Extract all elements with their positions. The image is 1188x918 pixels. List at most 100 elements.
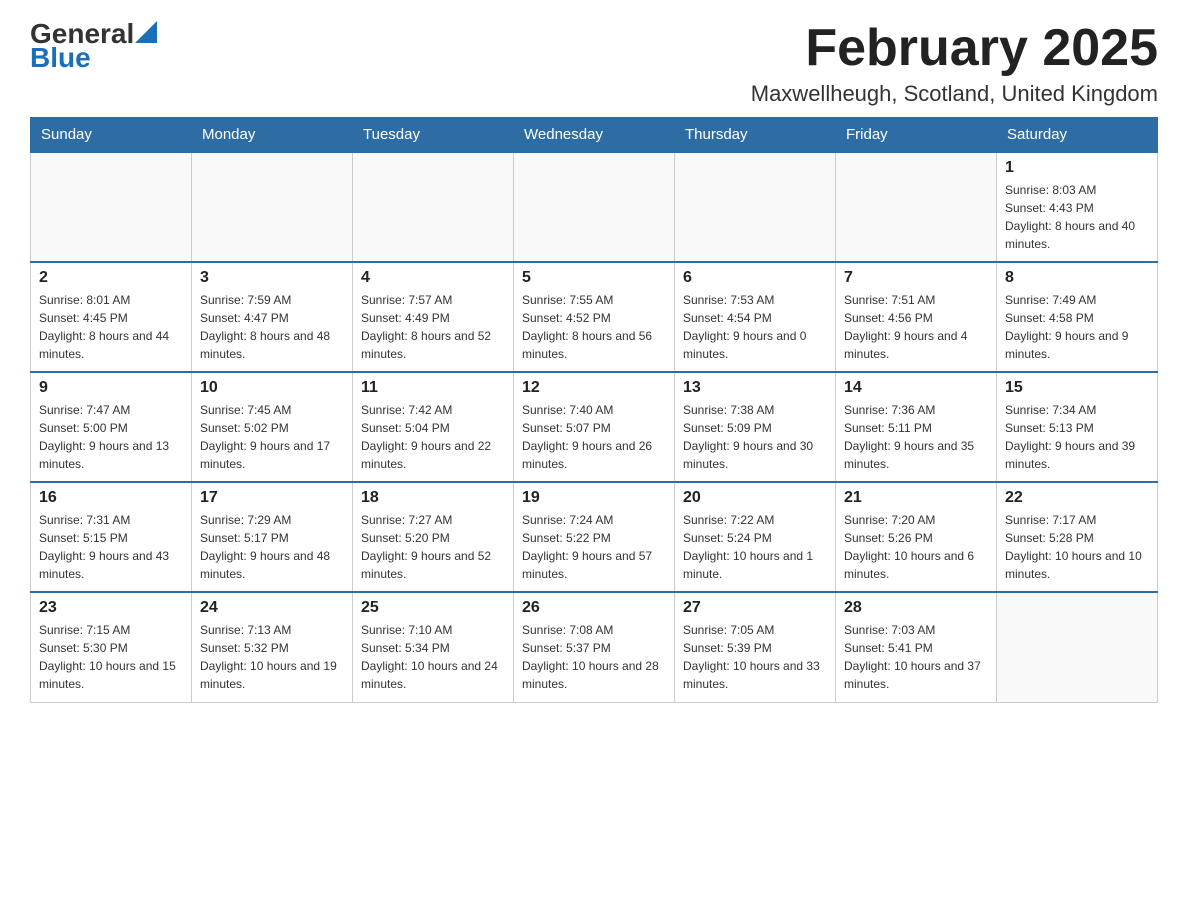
calendar-week-row: 23 Sunrise: 7:15 AMSunset: 5:30 PMDayligh… <box>31 592 1158 702</box>
day-number: 7 <box>844 269 988 287</box>
day-number: 23 <box>39 599 183 617</box>
calendar-cell <box>514 152 675 262</box>
day-info: Sunrise: 7:31 AMSunset: 5:15 PMDaylight:… <box>39 511 183 583</box>
day-number: 1 <box>1005 159 1149 177</box>
calendar-cell: 7 Sunrise: 7:51 AMSunset: 4:56 PMDaylight… <box>836 262 997 372</box>
day-header-wednesday: Wednesday <box>514 118 675 153</box>
calendar-cell: 19 Sunrise: 7:24 AMSunset: 5:22 PMDayligh… <box>514 482 675 592</box>
calendar-cell: 6 Sunrise: 7:53 AMSunset: 4:54 PMDaylight… <box>675 262 836 372</box>
calendar-cell <box>997 592 1158 702</box>
calendar-cell: 21 Sunrise: 7:20 AMSunset: 5:26 PMDayligh… <box>836 482 997 592</box>
calendar-cell: 24 Sunrise: 7:13 AMSunset: 5:32 PMDayligh… <box>192 592 353 702</box>
calendar-cell: 11Sunrise: 7:42 AMSunset: 5:04 PMDayligh… <box>353 372 514 482</box>
calendar-week-row: 1Sunrise: 8:03 AMSunset: 4:43 PMDaylight… <box>31 152 1158 262</box>
day-number: 12 <box>522 379 666 397</box>
calendar-cell: 14 Sunrise: 7:36 AMSunset: 5:11 PMDayligh… <box>836 372 997 482</box>
day-number: 24 <box>200 599 344 617</box>
calendar-week-row: 9 Sunrise: 7:47 AMSunset: 5:00 PMDaylight… <box>31 372 1158 482</box>
calendar-cell: 20 Sunrise: 7:22 AMSunset: 5:24 PMDayligh… <box>675 482 836 592</box>
day-info: Sunrise: 7:08 AMSunset: 5:37 PMDaylight:… <box>522 621 666 693</box>
day-number: 2 <box>39 269 183 287</box>
day-number: 13 <box>683 379 827 397</box>
logo-triangle-icon <box>135 21 157 43</box>
month-title: February 2025 <box>751 20 1158 77</box>
calendar-cell: 25 Sunrise: 7:10 AMSunset: 5:34 PMDayligh… <box>353 592 514 702</box>
page-header: General Blue February 2025 Maxwellheugh,… <box>30 20 1158 107</box>
day-number: 9 <box>39 379 183 397</box>
calendar-cell: 5Sunrise: 7:55 AMSunset: 4:52 PMDaylight… <box>514 262 675 372</box>
calendar-header-row: SundayMondayTuesdayWednesdayThursdayFrid… <box>31 118 1158 153</box>
day-info: Sunrise: 7:51 AMSunset: 4:56 PMDaylight:… <box>844 291 988 363</box>
calendar-cell <box>31 152 192 262</box>
day-number: 18 <box>361 489 505 507</box>
day-info: Sunrise: 7:40 AMSunset: 5:07 PMDaylight:… <box>522 401 666 473</box>
day-number: 17 <box>200 489 344 507</box>
calendar-cell: 15 Sunrise: 7:34 AMSunset: 5:13 PMDayligh… <box>997 372 1158 482</box>
calendar-cell: 8 Sunrise: 7:49 AMSunset: 4:58 PMDaylight… <box>997 262 1158 372</box>
calendar-cell: 18 Sunrise: 7:27 AMSunset: 5:20 PMDayligh… <box>353 482 514 592</box>
day-info: Sunrise: 7:17 AMSunset: 5:28 PMDaylight:… <box>1005 511 1149 583</box>
day-number: 3 <box>200 269 344 287</box>
day-info: Sunrise: 7:20 AMSunset: 5:26 PMDaylight:… <box>844 511 988 583</box>
day-number: 14 <box>844 379 988 397</box>
calendar-cell: 10 Sunrise: 7:45 AMSunset: 5:02 PMDayligh… <box>192 372 353 482</box>
calendar-cell <box>836 152 997 262</box>
day-info: Sunrise: 8:01 AMSunset: 4:45 PMDaylight:… <box>39 291 183 363</box>
day-info: Sunrise: 7:47 AMSunset: 5:00 PMDaylight:… <box>39 401 183 473</box>
day-info: Sunrise: 7:55 AMSunset: 4:52 PMDaylight:… <box>522 291 666 363</box>
day-number: 28 <box>844 599 988 617</box>
day-number: 21 <box>844 489 988 507</box>
day-header-friday: Friday <box>836 118 997 153</box>
day-info: Sunrise: 7:27 AMSunset: 5:20 PMDaylight:… <box>361 511 505 583</box>
day-info: Sunrise: 7:03 AMSunset: 5:41 PMDaylight:… <box>844 621 988 693</box>
calendar-cell: 2 Sunrise: 8:01 AMSunset: 4:45 PMDaylight… <box>31 262 192 372</box>
day-number: 6 <box>683 269 827 287</box>
day-info: Sunrise: 7:59 AMSunset: 4:47 PMDaylight:… <box>200 291 344 363</box>
day-header-tuesday: Tuesday <box>353 118 514 153</box>
day-info: Sunrise: 7:22 AMSunset: 5:24 PMDaylight:… <box>683 511 827 583</box>
day-info: Sunrise: 7:24 AMSunset: 5:22 PMDaylight:… <box>522 511 666 583</box>
calendar-cell: 26 Sunrise: 7:08 AMSunset: 5:37 PMDayligh… <box>514 592 675 702</box>
day-header-thursday: Thursday <box>675 118 836 153</box>
calendar-week-row: 16 Sunrise: 7:31 AMSunset: 5:15 PMDayligh… <box>31 482 1158 592</box>
calendar-cell: 23 Sunrise: 7:15 AMSunset: 5:30 PMDayligh… <box>31 592 192 702</box>
day-number: 22 <box>1005 489 1149 507</box>
day-info: Sunrise: 7:49 AMSunset: 4:58 PMDaylight:… <box>1005 291 1149 363</box>
logo-blue: Blue <box>30 44 157 72</box>
day-info: Sunrise: 7:10 AMSunset: 5:34 PMDaylight:… <box>361 621 505 693</box>
calendar-cell <box>353 152 514 262</box>
day-info: Sunrise: 7:45 AMSunset: 5:02 PMDaylight:… <box>200 401 344 473</box>
calendar-cell: 1Sunrise: 8:03 AMSunset: 4:43 PMDaylight… <box>997 152 1158 262</box>
logo: General Blue <box>30 20 157 72</box>
calendar-cell: 3 Sunrise: 7:59 AMSunset: 4:47 PMDaylight… <box>192 262 353 372</box>
location-title: Maxwellheugh, Scotland, United Kingdom <box>751 81 1158 107</box>
calendar-cell: 4Sunrise: 7:57 AMSunset: 4:49 PMDaylight… <box>353 262 514 372</box>
day-number: 27 <box>683 599 827 617</box>
calendar-table: SundayMondayTuesdayWednesdayThursdayFrid… <box>30 117 1158 703</box>
title-section: February 2025 Maxwellheugh, Scotland, Un… <box>751 20 1158 107</box>
day-info: Sunrise: 7:53 AMSunset: 4:54 PMDaylight:… <box>683 291 827 363</box>
day-number: 8 <box>1005 269 1149 287</box>
day-info: Sunrise: 7:36 AMSunset: 5:11 PMDaylight:… <box>844 401 988 473</box>
calendar-cell: 9 Sunrise: 7:47 AMSunset: 5:00 PMDaylight… <box>31 372 192 482</box>
day-number: 16 <box>39 489 183 507</box>
day-info: Sunrise: 7:29 AMSunset: 5:17 PMDaylight:… <box>200 511 344 583</box>
day-number: 26 <box>522 599 666 617</box>
day-number: 25 <box>361 599 505 617</box>
day-info: Sunrise: 7:57 AMSunset: 4:49 PMDaylight:… <box>361 291 505 363</box>
day-number: 20 <box>683 489 827 507</box>
calendar-cell: 13Sunrise: 7:38 AMSunset: 5:09 PMDayligh… <box>675 372 836 482</box>
calendar-cell: 22 Sunrise: 7:17 AMSunset: 5:28 PMDayligh… <box>997 482 1158 592</box>
calendar-cell: 17 Sunrise: 7:29 AMSunset: 5:17 PMDayligh… <box>192 482 353 592</box>
day-number: 10 <box>200 379 344 397</box>
day-info: Sunrise: 7:34 AMSunset: 5:13 PMDaylight:… <box>1005 401 1149 473</box>
calendar-cell: 27Sunrise: 7:05 AMSunset: 5:39 PMDayligh… <box>675 592 836 702</box>
day-info: Sunrise: 7:13 AMSunset: 5:32 PMDaylight:… <box>200 621 344 693</box>
day-number: 19 <box>522 489 666 507</box>
day-number: 15 <box>1005 379 1149 397</box>
calendar-week-row: 2 Sunrise: 8:01 AMSunset: 4:45 PMDaylight… <box>31 262 1158 372</box>
calendar-cell: 12 Sunrise: 7:40 AMSunset: 5:07 PMDayligh… <box>514 372 675 482</box>
day-info: Sunrise: 7:15 AMSunset: 5:30 PMDaylight:… <box>39 621 183 693</box>
day-header-monday: Monday <box>192 118 353 153</box>
day-number: 11 <box>361 379 505 397</box>
